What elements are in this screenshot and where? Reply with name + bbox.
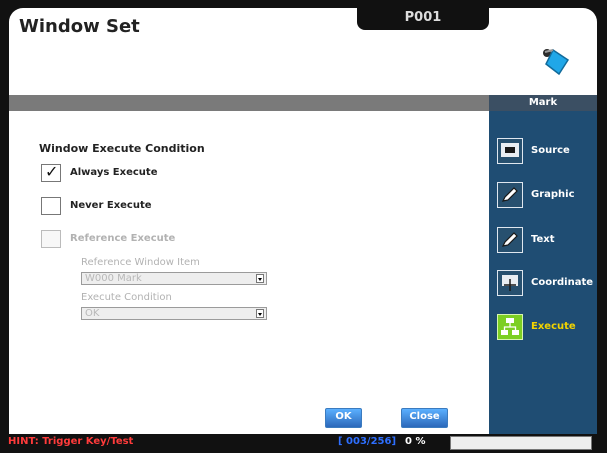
execute-condition-section: Window Execute Condition Always Execute …	[39, 134, 469, 434]
pencil-icon	[497, 182, 523, 208]
sidebar-item-text[interactable]: Text	[497, 227, 597, 255]
never-execute-label: Never Execute	[70, 200, 152, 211]
reference-execute-checkbox[interactable]	[41, 230, 61, 248]
execute-condition-label: Execute Condition	[81, 292, 172, 303]
sidebar-item-label: Graphic	[531, 189, 575, 200]
sidebar-item-graphic[interactable]: Graphic	[497, 182, 597, 210]
program-id-tab[interactable]: P001	[357, 8, 489, 30]
chevron-down-icon[interactable]	[256, 309, 264, 318]
chevron-down-icon[interactable]	[256, 274, 264, 283]
status-bar: HINT: Trigger Key/Test [ 003/256] 0 %	[0, 434, 607, 453]
sidebar-item-label: Text	[531, 234, 555, 245]
progress-percent: 0 %	[405, 436, 426, 447]
move-icon	[497, 270, 523, 296]
hint-text: HINT: Trigger Key/Test	[8, 436, 134, 447]
execute-condition-value: OK	[85, 308, 100, 319]
section-title: Window Execute Condition	[39, 142, 205, 155]
flowchart-icon	[497, 314, 523, 340]
sidebar-item-execute[interactable]: Execute	[497, 314, 597, 342]
reference-execute-label: Reference Execute	[70, 233, 176, 244]
execute-sidebar: Source Graphic Text Coordinate Execute	[489, 111, 597, 434]
app-frame: Window Set P001 Mark Source Graphic Text…	[0, 0, 607, 453]
tag-icon	[537, 42, 577, 82]
monitor-icon	[497, 138, 523, 164]
window-set-panel: Window Set P001 Mark Source Graphic Text…	[9, 8, 597, 434]
reference-window-item-value: W000 Mark	[85, 273, 142, 284]
always-execute-checkbox[interactable]	[41, 162, 61, 182]
close-button[interactable]: Close	[401, 408, 448, 428]
sidebar-item-coordinate[interactable]: Coordinate	[497, 270, 597, 298]
reference-window-item-select[interactable]: W000 Mark	[81, 272, 267, 285]
mark-tab[interactable]: Mark	[489, 95, 597, 111]
sidebar-item-label: Execute	[531, 321, 576, 332]
sidebar-item-source[interactable]: Source	[497, 138, 597, 166]
sidebar-item-label: Coordinate	[531, 277, 594, 288]
execute-condition-select[interactable]: OK	[81, 307, 267, 320]
always-execute-label: Always Execute	[70, 167, 158, 178]
page-title: Window Set	[19, 16, 140, 37]
item-counter: [ 003/256]	[338, 436, 397, 447]
never-execute-checkbox[interactable]	[41, 197, 61, 215]
pencil-icon	[497, 227, 523, 253]
ok-button[interactable]: OK	[325, 408, 362, 428]
reference-window-item-label: Reference Window Item	[81, 257, 200, 268]
sidebar-item-label: Source	[531, 145, 570, 156]
progress-bar	[450, 436, 592, 450]
